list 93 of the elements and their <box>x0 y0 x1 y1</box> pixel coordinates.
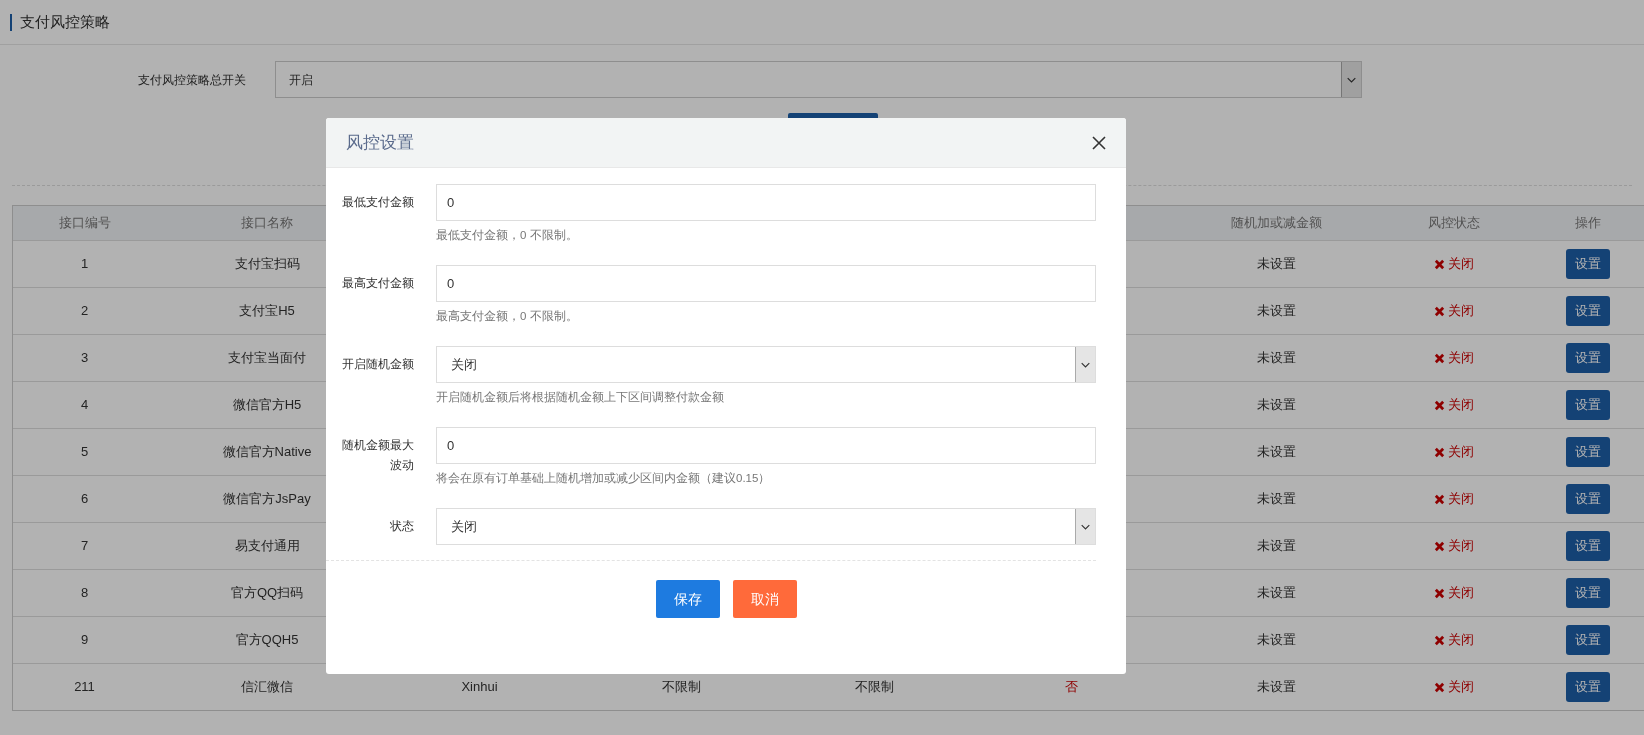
set-button[interactable]: 设置 <box>1566 296 1610 326</box>
help-text: 开启随机金额后将根据随机金额上下区间调整付款金额 <box>436 390 725 405</box>
help-text: 将会在原有订单基础上随机增加或减少区间内金额（建议0.15） <box>436 471 772 486</box>
field-label: 支付风控策略总开关 <box>137 71 247 89</box>
help-text: 最低支付金额，0 不限制。 <box>436 228 579 243</box>
help-text: 最高支付金额，0 不限制。 <box>436 309 579 324</box>
set-button[interactable]: 设置 <box>1566 578 1610 608</box>
cross-icon <box>1434 587 1445 599</box>
field-label: 最高支付金额 <box>341 275 414 292</box>
field-label: 随机金额最大波动 <box>341 437 414 474</box>
cross-icon <box>1434 258 1445 270</box>
chevron-down-icon <box>1341 62 1361 97</box>
table-cell-text: 支付宝当面付 <box>228 349 306 368</box>
chevron-down-icon <box>1075 347 1095 382</box>
cross-icon <box>1434 399 1445 411</box>
table-cell-text: 8 <box>80 584 89 603</box>
set-button[interactable]: 设置 <box>1566 484 1610 514</box>
chevron-down-icon <box>1075 509 1095 544</box>
table-cell-text: 微信官方JsPay <box>223 490 311 509</box>
field-label: 状态 <box>389 518 414 535</box>
table-cell-text: 官方QQH5 <box>235 631 299 650</box>
table-cell-text: 未设置 <box>1256 302 1296 321</box>
cancel-button[interactable]: 取消 <box>732 580 797 618</box>
table-cell-text: 未设置 <box>1256 396 1296 415</box>
close-icon[interactable] <box>1092 135 1106 150</box>
table-cell-text: 不限制 <box>854 678 894 697</box>
column-header: 接口名称 <box>241 214 293 233</box>
table-cell-text: 1 <box>80 255 89 274</box>
status-text: 关闭 <box>1448 443 1474 462</box>
cross-icon <box>1434 305 1445 317</box>
cross-icon <box>1434 352 1445 364</box>
column-header: 接口编号 <box>58 214 111 233</box>
table-cell-text: 未设置 <box>1256 490 1296 509</box>
table-cell-text: 7 <box>80 537 89 556</box>
select-field[interactable]: 关闭 <box>436 508 1096 545</box>
field-label: 最低支付金额 <box>341 194 414 211</box>
status-text: 关闭 <box>1448 490 1474 509</box>
table-cell-text: 6 <box>80 490 89 509</box>
column-header: 随机加或减金额 <box>1230 214 1322 233</box>
table-cell-text: 易支付通用 <box>234 537 300 556</box>
table-cell-text: 未设置 <box>1256 584 1296 603</box>
status-text: 关闭 <box>1448 349 1474 368</box>
cross-icon <box>1434 681 1445 693</box>
status-text: 关闭 <box>1448 537 1474 556</box>
table-cell-text: 支付宝扫码 <box>234 255 300 274</box>
table-cell-text: 211 <box>74 678 95 697</box>
table-cell-text: 微信官方Native <box>222 443 312 462</box>
dialog-title: 风控设置 <box>346 131 414 154</box>
set-button[interactable]: 设置 <box>1566 249 1610 279</box>
table-cell-text: 未设置 <box>1256 537 1296 556</box>
status-text: 关闭 <box>1448 396 1474 415</box>
page-title: 支付风控策略 <box>20 11 110 32</box>
master-switch-select[interactable]: 开启 <box>275 61 1362 98</box>
table-cell-text: 9 <box>80 631 89 650</box>
status-text: 关闭 <box>1448 678 1474 697</box>
table-cell-text: 3 <box>80 349 89 368</box>
cross-icon <box>1434 493 1445 505</box>
field-label: 开启随机金额 <box>341 356 414 373</box>
cross-icon <box>1434 446 1445 458</box>
status-text: 关闭 <box>1448 584 1474 603</box>
set-button[interactable]: 设置 <box>1566 672 1610 702</box>
cross-icon <box>1434 634 1445 646</box>
status-text: 关闭 <box>1448 631 1474 650</box>
column-header: 操作 <box>1575 214 1601 233</box>
table-cell-text: 不限制 <box>661 678 701 697</box>
table-cell-text: 未设置 <box>1256 255 1296 274</box>
input-field[interactable]: 0 <box>436 265 1096 302</box>
cross-icon <box>1434 540 1445 552</box>
table-cell-text: Xinhui <box>461 678 498 697</box>
table-cell-text: 微信官方H5 <box>232 396 302 415</box>
set-button[interactable]: 设置 <box>1566 390 1610 420</box>
column-header: 风控状态 <box>1428 214 1480 233</box>
status-text: 关闭 <box>1448 302 1474 321</box>
select-field[interactable]: 关闭 <box>436 346 1096 383</box>
table-cell-text: 未设置 <box>1256 349 1296 368</box>
set-button[interactable]: 设置 <box>1566 437 1610 467</box>
set-button[interactable]: 设置 <box>1566 531 1610 561</box>
table-cell-text: 否 <box>1064 678 1078 697</box>
set-button[interactable]: 设置 <box>1566 343 1610 373</box>
table-cell-text: 未设置 <box>1256 678 1296 697</box>
set-button[interactable]: 设置 <box>1566 625 1610 655</box>
status-text: 关闭 <box>1448 255 1474 274</box>
table-cell-text: 2 <box>80 302 89 321</box>
input-field[interactable]: 0 <box>436 184 1096 221</box>
table-cell-text: 信汇微信 <box>241 678 293 697</box>
save-button[interactable]: 保存 <box>655 580 720 618</box>
table-cell-text: 官方QQ扫码 <box>230 584 304 603</box>
table-cell-text: 未设置 <box>1256 631 1296 650</box>
table-cell-text: 未设置 <box>1256 443 1296 462</box>
table-cell-text: 5 <box>80 443 89 462</box>
input-field[interactable]: 0 <box>436 427 1096 464</box>
table-cell-text: 4 <box>80 396 89 415</box>
table-cell-text: 支付宝H5 <box>239 302 295 321</box>
